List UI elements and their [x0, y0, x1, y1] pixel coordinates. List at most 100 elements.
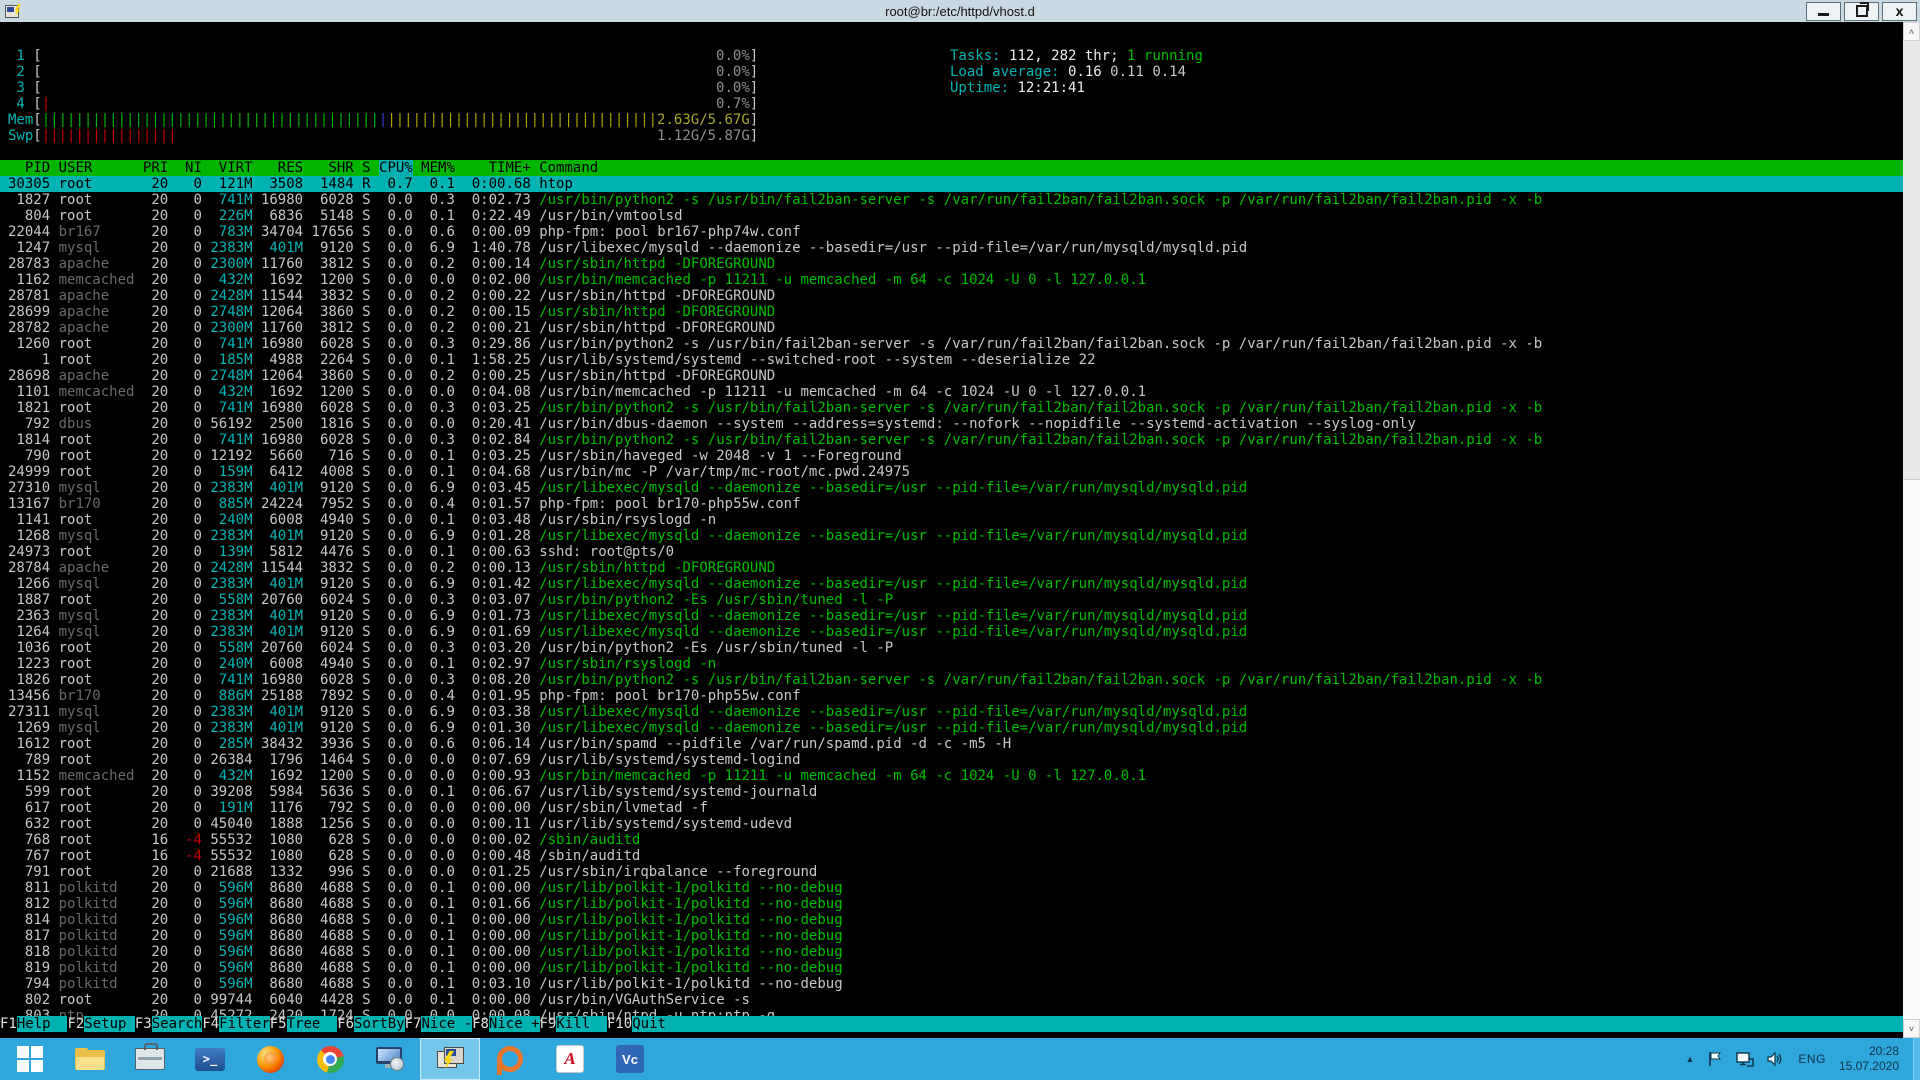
fkey-action-setup[interactable]: Setup	[84, 1016, 135, 1032]
remote-desktop-taskbar-button[interactable]	[360, 1038, 420, 1080]
process-row[interactable]: 1162 memcached 20 0 432M 1692 1200 S 0.0…	[0, 272, 1903, 288]
process-row[interactable]: 768 root 16 -4 55532 1080 628 S 0.0 0.0 …	[0, 832, 1903, 848]
column-header-pid[interactable]: PID	[8, 160, 50, 176]
network-icon[interactable]	[1736, 1051, 1754, 1067]
process-row[interactable]: 789 root 20 0 26384 1796 1464 S 0.0 0.0 …	[0, 752, 1903, 768]
fkey-action-kill[interactable]: Kill	[556, 1016, 607, 1032]
powerpoint-taskbar-button[interactable]	[480, 1038, 540, 1080]
process-row[interactable]: 818 polkitd 20 0 596M 8680 4688 S 0.0 0.…	[0, 944, 1903, 960]
process-row[interactable]: 791 root 20 0 21688 1332 996 S 0.0 0.0 0…	[0, 864, 1903, 880]
process-row[interactable]: 22044 br167 20 0 783M 34704 17656 S 0.0 …	[0, 224, 1903, 240]
column-header-time[interactable]: TIME+	[463, 160, 530, 176]
process-row[interactable]: 1827 root 20 0 741M 16980 6028 S 0.0 0.3…	[0, 192, 1903, 208]
show-desktop-button[interactable]	[1913, 1038, 1920, 1080]
process-row[interactable]: 30305 root 20 0 121M 3508 1484 R 0.7 0.1…	[0, 176, 1903, 192]
taskbar-clock[interactable]: 20:28 15.07.2020	[1839, 1044, 1899, 1074]
column-header-command[interactable]: Command	[539, 160, 598, 176]
process-row[interactable]: 617 root 20 0 191M 1176 792 S 0.0 0.0 0:…	[0, 800, 1903, 816]
fkey-action-tree[interactable]: Tree	[287, 1016, 338, 1032]
column-header-pri[interactable]: PRI	[143, 160, 168, 176]
process-row[interactable]: 767 root 16 -4 55532 1080 628 S 0.0 0.0 …	[0, 848, 1903, 864]
process-row[interactable]: 1269 mysql 20 0 2383M 401M 9120 S 0.0 6.…	[0, 720, 1903, 736]
process-row[interactable]: 794 polkitd 20 0 596M 8680 4688 S 0.0 0.…	[0, 976, 1903, 992]
volume-icon[interactable]	[1767, 1051, 1785, 1067]
process-row[interactable]: 2363 mysql 20 0 2383M 401M 9120 S 0.0 6.…	[0, 608, 1903, 624]
process-row[interactable]: 819 polkitd 20 0 596M 8680 4688 S 0.0 0.…	[0, 960, 1903, 976]
fkey-action-nice[interactable]: Nice -	[421, 1016, 472, 1032]
process-row[interactable]: 1152 memcached 20 0 432M 1692 1200 S 0.0…	[0, 768, 1903, 784]
process-row[interactable]: 28783 apache 20 0 2300M 11760 3812 S 0.0…	[0, 256, 1903, 272]
vnc-taskbar-button[interactable]: Vc	[600, 1038, 660, 1080]
process-row[interactable]: 811 polkitd 20 0 596M 8680 4688 S 0.0 0.…	[0, 880, 1903, 896]
process-row[interactable]: 814 polkitd 20 0 596M 8680 4688 S 0.0 0.…	[0, 912, 1903, 928]
explorer-taskbar-button[interactable]	[60, 1038, 120, 1080]
powershell-taskbar-button[interactable]: >_	[180, 1038, 240, 1080]
process-row[interactable]: 27310 mysql 20 0 2383M 401M 9120 S 0.0 6…	[0, 480, 1903, 496]
server-manager-taskbar-button[interactable]	[120, 1038, 180, 1080]
putty-taskbar-button[interactable]	[420, 1038, 480, 1080]
start-button[interactable]	[0, 1038, 60, 1080]
scroll-up-icon[interactable]: ˄	[1903, 22, 1920, 41]
fkey-action-quit[interactable]: Quit	[632, 1016, 683, 1032]
column-header-virt[interactable]: VIRT	[210, 160, 252, 176]
process-row[interactable]: 1 root 20 0 185M 4988 2264 S 0.0 0.1 1:5…	[0, 352, 1903, 368]
action-center-flag-icon[interactable]	[1707, 1051, 1723, 1067]
process-row[interactable]: 1814 root 20 0 741M 16980 6028 S 0.0 0.3…	[0, 432, 1903, 448]
fkey-action-search[interactable]: Search	[152, 1016, 203, 1032]
process-row[interactable]: 28782 apache 20 0 2300M 11760 3812 S 0.0…	[0, 320, 1903, 336]
process-row[interactable]: 1247 mysql 20 0 2383M 401M 9120 S 0.0 6.…	[0, 240, 1903, 256]
process-row[interactable]: 13167 br170 20 0 885M 24224 7952 S 0.0 0…	[0, 496, 1903, 512]
process-row[interactable]: 792 dbus 20 0 56192 2500 1816 S 0.0 0.0 …	[0, 416, 1903, 432]
column-header-cpu[interactable]: CPU%	[379, 160, 413, 176]
fkey-action-filter[interactable]: Filter	[219, 1016, 270, 1032]
process-row[interactable]: 1612 root 20 0 285M 38432 3936 S 0.0 0.6…	[0, 736, 1903, 752]
fkey-action-help[interactable]: Help	[17, 1016, 68, 1032]
acrobat-taskbar-button[interactable]: A	[540, 1038, 600, 1080]
column-header-user[interactable]: USER	[59, 160, 135, 176]
process-row[interactable]: 1268 mysql 20 0 2383M 401M 9120 S 0.0 6.…	[0, 528, 1903, 544]
process-row[interactable]: 812 polkitd 20 0 596M 8680 4688 S 0.0 0.…	[0, 896, 1903, 912]
column-header-ni[interactable]: NI	[177, 160, 202, 176]
process-row[interactable]: 24973 root 20 0 139M 5812 4476 S 0.0 0.1…	[0, 544, 1903, 560]
scroll-down-icon[interactable]: ˅	[1903, 1019, 1920, 1038]
process-row[interactable]: 1036 root 20 0 558M 20760 6024 S 0.0 0.3…	[0, 640, 1903, 656]
process-row[interactable]: 28781 apache 20 0 2428M 11544 3832 S 0.0…	[0, 288, 1903, 304]
column-header-res[interactable]: RES	[261, 160, 303, 176]
process-row[interactable]: 13456 br170 20 0 886M 25188 7892 S 0.0 0…	[0, 688, 1903, 704]
close-button[interactable]: x	[1882, 2, 1917, 21]
process-row[interactable]: 790 root 20 0 12192 5660 716 S 0.0 0.1 0…	[0, 448, 1903, 464]
process-row[interactable]: 27311 mysql 20 0 2383M 401M 9120 S 0.0 6…	[0, 704, 1903, 720]
process-row[interactable]: 28698 apache 20 0 2748M 12064 3860 S 0.0…	[0, 368, 1903, 384]
process-row[interactable]: 1101 memcached 20 0 432M 1692 1200 S 0.0…	[0, 384, 1903, 400]
column-header-mem[interactable]: MEM%	[421, 160, 455, 176]
process-row[interactable]: 28784 apache 20 0 2428M 11544 3832 S 0.0…	[0, 560, 1903, 576]
process-row[interactable]: 1141 root 20 0 240M 6008 4940 S 0.0 0.1 …	[0, 512, 1903, 528]
tray-expand-icon[interactable]: ▲	[1686, 1054, 1695, 1064]
column-header-shr[interactable]: SHR	[312, 160, 354, 176]
column-header-s[interactable]: S	[362, 160, 370, 176]
process-row[interactable]: 1266 mysql 20 0 2383M 401M 9120 S 0.0 6.…	[0, 576, 1903, 592]
process-row[interactable]: 1260 root 20 0 741M 16980 6028 S 0.0 0.3…	[0, 336, 1903, 352]
process-row[interactable]: 817 polkitd 20 0 596M 8680 4688 S 0.0 0.…	[0, 928, 1903, 944]
scrollbar-thumb[interactable]	[1903, 479, 1920, 1021]
process-row[interactable]: 804 root 20 0 226M 6836 5148 S 0.0 0.1 0…	[0, 208, 1903, 224]
language-indicator[interactable]: ENG	[1798, 1052, 1826, 1066]
process-row[interactable]: 1264 mysql 20 0 2383M 401M 9120 S 0.0 6.…	[0, 624, 1903, 640]
fkey-action-nice[interactable]: Nice +	[489, 1016, 540, 1032]
fkey-action-sortby[interactable]: SortBy	[354, 1016, 405, 1032]
process-row[interactable]: 632 root 20 0 45040 1888 1256 S 0.0 0.0 …	[0, 816, 1903, 832]
process-row[interactable]: 1223 root 20 0 240M 6008 4940 S 0.0 0.1 …	[0, 656, 1903, 672]
window-titlebar[interactable]: root@br:/etc/httpd/vhost.d x	[0, 0, 1920, 22]
terminal[interactable]: 1 [ 0.0%] 2 [ 0.0%] 3 [	[0, 22, 1920, 1038]
chrome-taskbar-button[interactable]	[300, 1038, 360, 1080]
process-row[interactable]: 28699 apache 20 0 2748M 12064 3860 S 0.0…	[0, 304, 1903, 320]
process-row[interactable]: 802 root 20 0 99744 6040 4428 S 0.0 0.1 …	[0, 992, 1903, 1008]
firefox-taskbar-button[interactable]	[240, 1038, 300, 1080]
restore-button[interactable]	[1844, 2, 1879, 21]
process-row[interactable]: 24999 root 20 0 159M 6412 4008 S 0.0 0.1…	[0, 464, 1903, 480]
process-row[interactable]: 599 root 20 0 39208 5984 5636 S 0.0 0.1 …	[0, 784, 1903, 800]
terminal-scrollbar[interactable]: ˄ ˅	[1903, 22, 1920, 1038]
process-row[interactable]: 1821 root 20 0 741M 16980 6028 S 0.0 0.3…	[0, 400, 1903, 416]
process-row[interactable]: 1887 root 20 0 558M 20760 6024 S 0.0 0.3…	[0, 592, 1903, 608]
process-row[interactable]: 1826 root 20 0 741M 16980 6028 S 0.0 0.3…	[0, 672, 1903, 688]
